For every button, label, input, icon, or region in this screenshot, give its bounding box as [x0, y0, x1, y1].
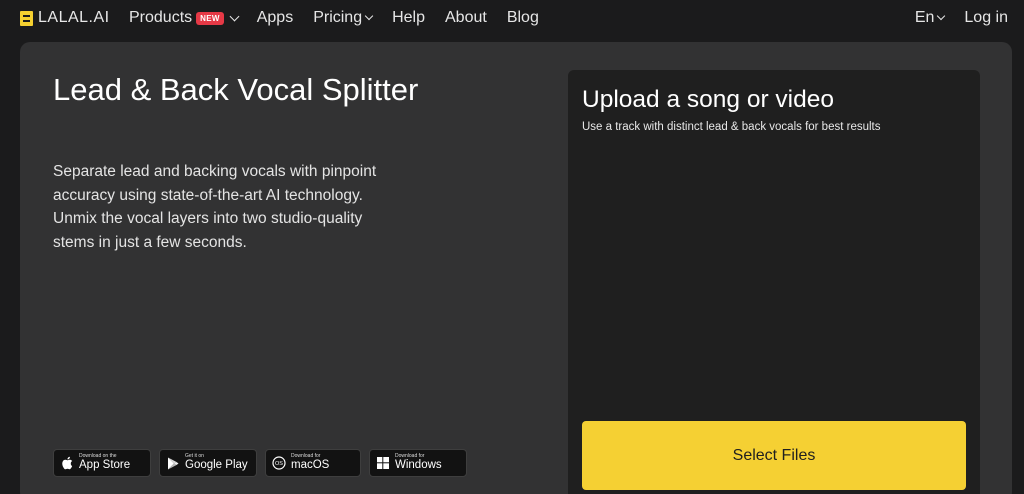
upload-title: Upload a song or video	[582, 86, 834, 113]
store-badges: Download on the App Store Get it on Goog…	[53, 449, 467, 477]
login-link[interactable]: Log in	[964, 9, 1008, 27]
select-files-button[interactable]: Select Files	[582, 421, 966, 490]
macos-icon: OS	[272, 456, 286, 470]
nav-item-help[interactable]: Help	[392, 9, 425, 27]
apple-icon	[60, 456, 74, 470]
store-name: Google Play	[185, 459, 248, 472]
chevron-down-icon	[229, 11, 240, 21]
svg-text:OS: OS	[275, 461, 283, 467]
macos-download-button[interactable]: OS Download for macOS	[265, 449, 361, 477]
logo-text: LALAL.AI	[38, 9, 110, 26]
store-name: App Store	[79, 459, 131, 472]
nav-item-pricing[interactable]: Pricing	[313, 9, 374, 27]
language-selector[interactable]: En	[914, 9, 946, 27]
google-play-icon	[166, 456, 180, 470]
hero-description: Separate lead and backing vocals with pi…	[53, 163, 377, 251]
main-card: Lead & Back Vocal Splitter Separate lead…	[20, 42, 1012, 494]
nav-item-label: Help	[392, 9, 425, 26]
logo-icon	[20, 10, 33, 26]
windows-icon	[376, 456, 390, 470]
top-nav: LALAL.AI Products NEW Apps Pricing Help …	[0, 0, 1024, 36]
nav-item-label: Pricing	[313, 9, 363, 26]
upload-panel: Upload a song or video Use a track with …	[568, 70, 980, 494]
nav-right: En Log in	[915, 0, 1008, 36]
new-badge: NEW	[196, 11, 224, 25]
upload-subtitle: Use a track with distinct lead & back vo…	[582, 121, 881, 133]
chevron-down-icon	[937, 11, 946, 21]
nav-item-blog[interactable]: Blog	[507, 9, 539, 27]
store-name: Windows	[395, 459, 442, 472]
app-store-button[interactable]: Download on the App Store	[53, 449, 151, 477]
page-title: Lead & Back Vocal Splitter	[53, 72, 419, 107]
nav-item-products[interactable]: Products NEW	[129, 9, 240, 27]
nav-item-label: Products	[129, 9, 193, 26]
google-play-button[interactable]: Get it on Google Play	[159, 449, 257, 477]
store-name: macOS	[291, 459, 330, 472]
nav-item-label: About	[445, 9, 487, 26]
windows-download-button[interactable]: Download for Windows	[369, 449, 467, 477]
nav-item-apps[interactable]: Apps	[257, 9, 293, 27]
language-label: En	[914, 9, 935, 26]
nav-item-about[interactable]: About	[445, 9, 487, 27]
nav-item-label: Blog	[506, 9, 539, 26]
logo[interactable]: LALAL.AI	[20, 9, 110, 27]
chevron-down-icon	[364, 11, 374, 21]
nav-links: Products NEW Apps Pricing Help About Blo…	[129, 0, 539, 36]
nav-item-label: Apps	[256, 9, 294, 26]
